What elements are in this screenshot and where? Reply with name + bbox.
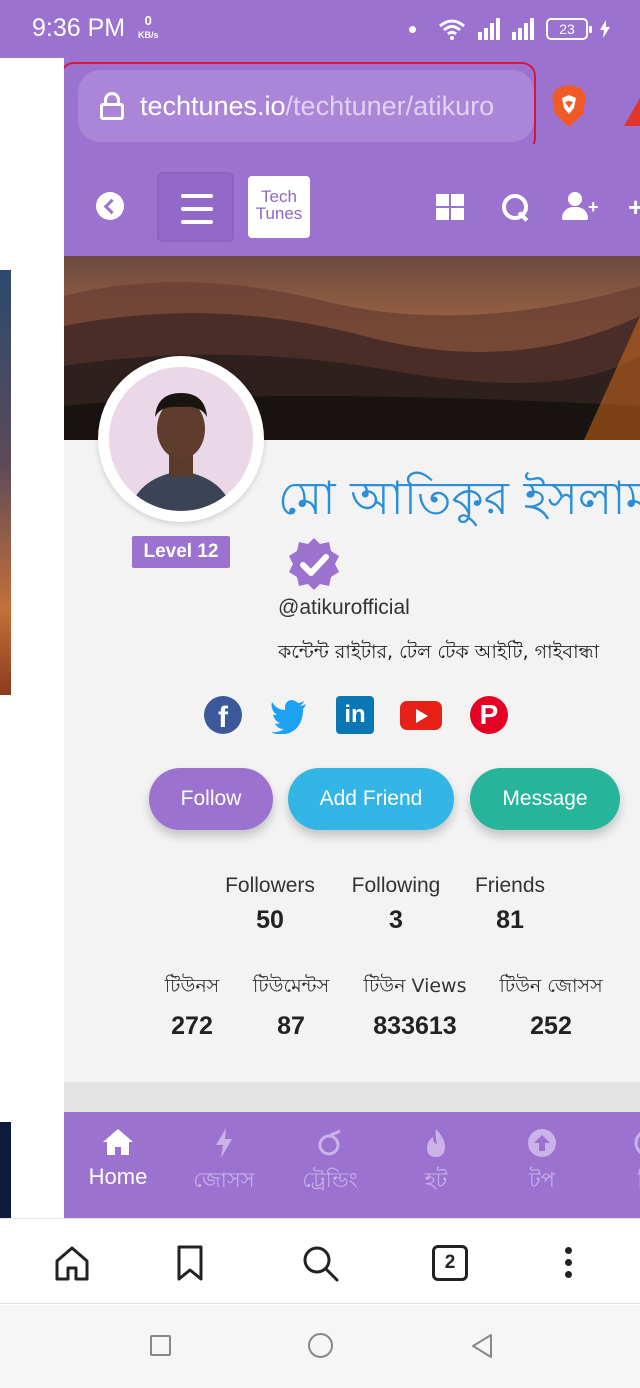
status-bar: 9:36 PM 0 KB/s 23 [0,0,640,58]
network-speed: 0 KB/s [138,14,159,42]
stat-tune-josss[interactable]: টিউন জোসস 252 [488,972,614,1041]
nav-label: ডি [598,1164,640,1199]
lightning-icon [174,1128,274,1160]
stat-followers[interactable]: Followers 50 [214,874,326,935]
logo-line2: Tunes [255,204,303,223]
profile-avatar[interactable] [98,356,264,522]
plus-icon[interactable]: + [628,194,640,220]
level-badge: Level 12 [132,536,230,568]
section-divider [64,1082,640,1112]
browser-toolbar: 2 [0,1218,640,1304]
wifi-icon [439,19,465,40]
brave-rewards-icon[interactable] [624,98,640,126]
recents-icon[interactable] [150,1335,171,1356]
stat-tunes[interactable]: টিউনস 272 [152,972,232,1041]
nav-label: জোসস [193,1168,255,1192]
network-speed-value: 0 [144,13,152,28]
phone-screen: 9:36 PM 0 KB/s 23 techtunes.io/techtuner… [0,0,640,1388]
search-icon[interactable] [500,192,530,222]
youtube-icon[interactable] [400,701,442,730]
stat-value: 81 [496,906,524,934]
site-bottom-nav: Home জোসস ট্রেন্ডিং হট টপ [64,1112,640,1218]
stat-label: টিউনস [164,975,220,997]
stat-label: Friends [474,874,546,897]
pinterest-icon[interactable]: P [470,696,508,734]
nav-trending[interactable]: ট্রেন্ডিং [280,1128,380,1199]
stat-value: 252 [530,1012,572,1040]
bookmark-icon[interactable] [170,1243,210,1283]
tab-switcher-button[interactable]: 2 [432,1245,468,1281]
more-options-icon[interactable] [560,1243,580,1283]
stat-value: 3 [389,906,403,934]
home-icon [68,1128,168,1160]
address-bar-container: techtunes.io/techtuner/atikuro [64,58,640,152]
browser-page: techtunes.io/techtuner/atikuro Tech Tune… [64,58,640,1218]
nav-label: Home [88,1164,148,1189]
home-icon[interactable] [52,1243,92,1283]
stat-tuments[interactable]: টিউমেন্টস 87 [240,972,342,1041]
add-user-icon[interactable]: + [562,192,602,222]
nav-home[interactable]: Home [68,1128,168,1190]
grid-icon[interactable] [436,192,466,222]
search-icon[interactable] [300,1243,340,1283]
nav-hot[interactable]: হট [386,1128,486,1199]
trending-icon [280,1128,380,1160]
stat-value: 50 [256,906,284,934]
verified-badge-icon [289,538,339,590]
battery-icon: 23 [546,18,592,40]
avatar-photo [109,367,253,511]
stat-tune-views[interactable]: টিউন Views 833613 [354,972,476,1041]
message-button[interactable]: Message [470,768,620,830]
nav-label: টপ [529,1168,555,1192]
brave-shields-icon[interactable] [550,84,588,128]
signal-2-icon [512,18,534,40]
stat-friends[interactable]: Friends 81 [466,874,554,935]
techtunes-logo[interactable]: Tech Tunes [248,176,310,238]
previous-tab-image-2 [0,1122,11,1218]
status-icons: 23 [409,14,610,44]
nav-more[interactable]: ডি [598,1128,640,1199]
add-friend-button[interactable]: Add Friend [288,768,454,830]
fire-icon [386,1128,486,1160]
nav-label: হট [424,1168,448,1192]
system-navigation-bar [0,1305,640,1388]
back-circle-icon[interactable] [96,192,124,220]
previous-tab-preview[interactable] [0,58,64,1218]
stat-value: 833613 [373,1012,457,1040]
hamburger-menu-button[interactable] [157,172,234,242]
network-speed-unit: KB/s [138,30,159,40]
nav-label: ট্রেন্ডিং [302,1168,358,1192]
stat-label: টিউন জোসস [499,975,603,997]
signal-1-icon [478,18,500,40]
previous-tab-image [0,270,11,695]
logo-line1: Tech [261,187,297,206]
profile-handle: @atikurofficial [278,596,410,619]
stat-value: 272 [171,1012,213,1040]
stat-label: টিউন Views [363,975,467,997]
stat-label: টিউমেন্টস [252,975,330,997]
follow-button[interactable]: Follow [149,768,273,830]
system-home-icon[interactable] [308,1333,333,1358]
notification-dot-icon [409,25,416,33]
linkedin-icon[interactable]: in [336,696,374,734]
stat-label: Following [351,874,441,897]
nav-josss[interactable]: জোসস [174,1128,274,1199]
url-highlight-annotation [64,62,536,152]
site-header: Tech Tunes + + [64,144,640,256]
arrow-up-icon [492,1128,592,1160]
stat-label: Followers [225,874,315,897]
profile-name: মো আতিকুর ইসলাম [278,471,640,525]
stat-following[interactable]: Following 3 [342,874,450,935]
status-time: 9:36 PM [32,14,126,42]
more-icon [598,1128,640,1160]
twitter-icon[interactable] [270,696,308,734]
system-back-icon[interactable] [470,1333,494,1359]
nav-top[interactable]: টপ [492,1128,592,1199]
profile-bio: কন্টেন্ট রাইটার, টেল টেক আইটি, গাইবান্ধা [278,641,600,663]
stat-value: 87 [277,1012,305,1040]
charging-icon [600,20,610,38]
facebook-icon[interactable]: f [204,696,242,734]
